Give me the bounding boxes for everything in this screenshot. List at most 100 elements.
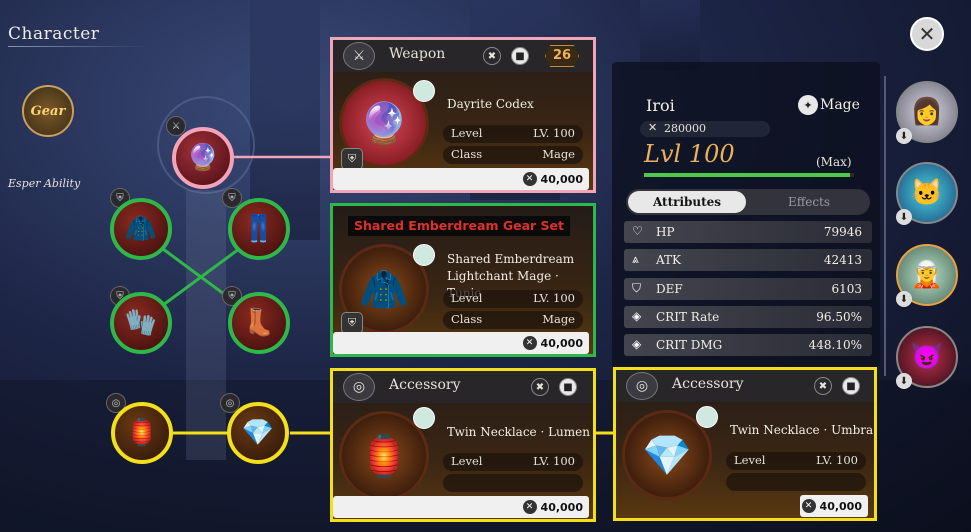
shield-icon: ⛨: [341, 312, 363, 334]
weapon-category-label: Weapon: [389, 46, 446, 62]
stat-crit-rate: ◈ CRIT Rate 96.50%: [624, 306, 872, 328]
gem-necklace-icon: 💎: [241, 418, 275, 448]
tunic-icon: 🧥: [124, 214, 158, 244]
accessory-category-icon: ◎: [626, 372, 658, 400]
class-label: Class: [451, 312, 483, 326]
lock-icon[interactable]: ■: [559, 378, 577, 396]
accessory-card-header: ◎ Accessory ✖ ■: [616, 370, 874, 402]
accessory-slot-lumen[interactable]: 🏮: [111, 402, 173, 464]
accessory-card-lumen[interactable]: ◎ Accessory ✖ ■ 🏮 Twin Necklace · Lumen …: [333, 371, 593, 519]
hero-avatar-icon: 😈: [910, 342, 944, 372]
leggings-icon: 👖: [242, 214, 276, 244]
armor-boots-slot[interactable]: 👢: [228, 292, 290, 354]
trash-icon[interactable]: ✖: [814, 377, 832, 395]
class-label: Class: [451, 147, 483, 161]
mage-class-icon: ✦: [798, 95, 818, 115]
gear-set-banner: Shared Emberdream Gear Set: [348, 216, 570, 236]
accessory-name: Twin Necklace · Lumen: [447, 425, 590, 439]
trash-icon[interactable]: ✖: [531, 378, 549, 396]
atk-icon: ⩓: [632, 252, 639, 266]
stat-value: 42413: [823, 253, 862, 267]
weapon-card-header: ⚔ Weapon ✖ ■ 26: [333, 40, 593, 72]
power-icon: ✕: [648, 121, 658, 134]
weapon-upgrade-badge: 26: [545, 45, 579, 67]
stat-value: 448.10%: [808, 338, 862, 352]
level-label: Level: [734, 453, 766, 467]
weapon-price-value: 40,000: [540, 172, 583, 186]
accessory-level-row: Level LV. 100: [443, 453, 583, 471]
owner-avatar-icon: [413, 244, 435, 266]
hero-avatar-icon: 👩: [910, 97, 944, 127]
crit-icon: ◈: [632, 309, 642, 323]
level-value: LV. 100: [533, 454, 575, 468]
shield-icon: ⛨: [341, 148, 363, 170]
weapon-price: ✕ 40,000: [333, 168, 589, 190]
owner-avatar-icon: [696, 406, 718, 428]
stat-atk: ⩓ ATK 42413: [624, 249, 872, 271]
coin-icon: ✕: [522, 172, 537, 186]
character-level: Lvl 100: [644, 140, 735, 168]
level-label: Level: [451, 291, 483, 305]
armor-class-row: Class Mage: [443, 311, 583, 329]
stat-def: ⛉ DEF 6103: [624, 278, 872, 300]
armor-tunic-slot[interactable]: 🧥: [110, 198, 172, 260]
power-value: 280000: [664, 122, 706, 135]
level-max-label: (Max): [816, 155, 852, 169]
weapon-category-icon: ⚔: [343, 42, 375, 70]
stat-label: ATK: [656, 253, 681, 267]
armor-name-line1: Shared Emberdream: [447, 252, 575, 266]
accessory-category-label: Accessory: [389, 377, 461, 393]
tab-attributes[interactable]: Attributes: [628, 191, 746, 213]
stat-crit-dmg: ◈ CRIT DMG 448.10%: [624, 334, 872, 356]
hero-list-divider: [884, 76, 886, 376]
def-icon: ⛉: [632, 281, 642, 295]
character-name: Iroi: [646, 96, 675, 115]
accessory-category-icon: ◎: [343, 373, 375, 401]
accessory-level-row: Level LV. 100: [726, 452, 866, 470]
trash-icon[interactable]: ✖: [483, 47, 501, 65]
accessory-category-label: Accessory: [672, 376, 744, 392]
stat-label: HP: [656, 225, 675, 239]
lantern-necklace-icon: 🏮: [359, 433, 409, 480]
accessory-card-umbra[interactable]: ◎ Accessory ✖ ■ 💎 Twin Necklace · Umbra …: [616, 370, 874, 518]
boots-icon: 👢: [242, 308, 276, 338]
lock-icon[interactable]: ■: [511, 47, 529, 65]
accessory-empty-row: [443, 474, 583, 492]
accessory-name: Twin Necklace · Umbra: [730, 423, 874, 437]
armor-level-row: Level LV. 100: [443, 290, 583, 308]
level-label: Level: [451, 454, 483, 468]
lantern-necklace-icon: 🏮: [125, 418, 159, 448]
stat-hp: ♡ HP 79946: [624, 221, 872, 243]
owner-avatar-icon: [413, 80, 435, 102]
coin-icon: ✕: [801, 499, 816, 513]
class-value: Mage: [542, 312, 575, 326]
armor-gloves-slot[interactable]: 🧤: [110, 292, 172, 354]
class-value: Mage: [542, 147, 575, 161]
weapon-slot[interactable]: 🔮: [172, 127, 234, 189]
level-value: LV. 100: [533, 291, 575, 305]
armor-price-value: 40,000: [540, 336, 583, 350]
lock-icon[interactable]: ■: [842, 377, 860, 395]
weapon-card[interactable]: ⚔ Weapon ✖ ■ 26 🔮 ⛨ Dayrite Codex Level …: [333, 40, 593, 190]
weapon-level-row: Level LV. 100: [443, 125, 583, 143]
level-value: LV. 100: [816, 453, 858, 467]
stat-value: 6103: [831, 282, 862, 296]
orb-icon: 🔮: [186, 143, 220, 173]
armor-leggings-slot[interactable]: 👖: [228, 198, 290, 260]
accessory-price: ✕ 40,000: [800, 495, 868, 517]
stat-value: 96.50%: [816, 310, 862, 324]
weapon-class-row: Class Mage: [443, 146, 583, 164]
download-icon: ⬇: [896, 373, 912, 389]
accessory-slot-umbra[interactable]: 💎: [227, 402, 289, 464]
hero-avatar-icon: 🧝: [910, 260, 944, 290]
exp-bar-fill: [644, 173, 850, 177]
orb-icon: 🔮: [359, 100, 409, 147]
accessory-price: ✕ 40,000: [333, 496, 589, 518]
level-label: Level: [451, 126, 483, 140]
tab-effects[interactable]: Effects: [750, 191, 868, 213]
gloves-icon: 🧤: [124, 308, 158, 338]
coin-icon: ✕: [522, 500, 537, 514]
accessory-price-value: 40,000: [819, 499, 862, 513]
hero-avatar-icon: 🐱: [910, 178, 944, 208]
download-icon: ⬇: [896, 209, 912, 225]
